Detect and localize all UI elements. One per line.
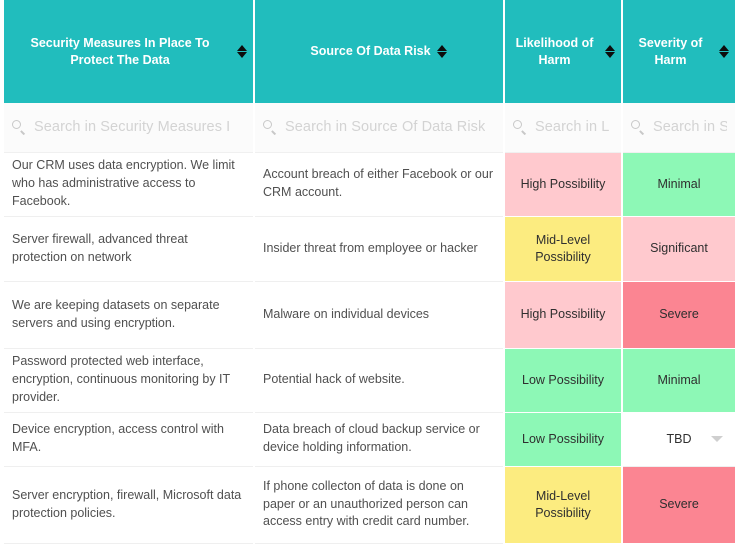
search-cell-security-measures[interactable]: Search in Security Measures I	[4, 103, 254, 152]
column-header-label: Likelihood of Harm	[511, 35, 598, 69]
cell-severity-of-harm[interactable]: Significant	[622, 216, 735, 281]
search-input-severity-of-harm[interactable]: Search in S	[653, 119, 727, 135]
cell-source-of-risk[interactable]: Data breach of cloud backup service or d…	[254, 412, 504, 466]
search-cell-severity-of-harm[interactable]: Search in S	[622, 103, 735, 152]
table-body: Our CRM uses data encryption. We limit w…	[4, 152, 735, 543]
cell-likelihood-of-harm[interactable]: High Possibility	[504, 281, 622, 348]
table-row: Device encryption, access control with M…	[4, 412, 735, 466]
cell-source-of-risk[interactable]: Potential hack of website.	[254, 348, 504, 412]
cell-security-measures[interactable]: Our CRM uses data encryption. We limit w…	[4, 152, 254, 216]
table-row: Server encryption, firewall, Microsoft d…	[4, 466, 735, 543]
column-header-label: Security Measures In Place To Protect Th…	[10, 35, 230, 69]
cell-severity-of-harm[interactable]: Minimal	[622, 348, 735, 412]
cell-security-measures[interactable]: Server firewall, advanced threat protect…	[4, 216, 254, 281]
table-head: Security Measures In Place To Protect Th…	[4, 0, 735, 152]
sort-updown-icon[interactable]	[718, 45, 729, 58]
search-icon	[12, 120, 26, 134]
cell-severity-of-harm[interactable]: Minimal	[622, 152, 735, 216]
search-icon	[513, 120, 527, 134]
risk-table-container: Security Measures In Place To Protect Th…	[0, 0, 742, 543]
column-header-severity-of-harm[interactable]: Severity of Harm	[622, 0, 735, 103]
cell-source-of-risk[interactable]: Insider threat from employee or hacker	[254, 216, 504, 281]
search-input-likelihood-of-harm[interactable]: Search in L	[535, 119, 609, 135]
cell-likelihood-of-harm[interactable]: High Possibility	[504, 152, 622, 216]
cell-likelihood-of-harm[interactable]: Mid-Level Possibility	[504, 466, 622, 543]
search-icon	[263, 120, 277, 134]
cell-security-measures[interactable]: Server encryption, firewall, Microsoft d…	[4, 466, 254, 543]
table-row: Password protected web interface, encryp…	[4, 348, 735, 412]
header-row: Security Measures In Place To Protect Th…	[4, 0, 735, 103]
cell-severity-of-harm[interactable]: Severe	[622, 281, 735, 348]
column-header-label: Source Of Data Risk	[310, 43, 430, 60]
table-row: Our CRM uses data encryption. We limit w…	[4, 152, 735, 216]
column-header-label: Severity of Harm	[629, 35, 712, 69]
cell-likelihood-of-harm[interactable]: Mid-Level Possibility	[504, 216, 622, 281]
search-input-source-of-risk[interactable]: Search in Source Of Data Risk	[285, 119, 485, 135]
cell-source-of-risk[interactable]: If phone collecton of data is done on pa…	[254, 466, 504, 543]
table-row: We are keeping datasets on separate serv…	[4, 281, 735, 348]
sort-updown-icon[interactable]	[437, 45, 448, 58]
sort-updown-icon[interactable]	[236, 45, 247, 58]
cell-source-of-risk[interactable]: Malware on individual devices	[254, 281, 504, 348]
search-cell-source-of-risk[interactable]: Search in Source Of Data Risk	[254, 103, 504, 152]
cell-source-of-risk[interactable]: Account breach of either Facebook or our…	[254, 152, 504, 216]
cell-severity-of-harm[interactable]: TBD	[622, 412, 735, 466]
chevron-down-icon[interactable]	[711, 436, 723, 442]
column-header-likelihood-of-harm[interactable]: Likelihood of Harm	[504, 0, 622, 103]
cell-security-measures[interactable]: Device encryption, access control with M…	[4, 412, 254, 466]
search-icon	[631, 120, 645, 134]
table-row: Server firewall, advanced threat protect…	[4, 216, 735, 281]
search-row: Search in Security Measures I Search in …	[4, 103, 735, 152]
cell-security-measures[interactable]: Password protected web interface, encryp…	[4, 348, 254, 412]
cell-likelihood-of-harm[interactable]: Low Possibility	[504, 348, 622, 412]
cell-severity-value: TBD	[667, 432, 692, 446]
cell-likelihood-of-harm[interactable]: Low Possibility	[504, 412, 622, 466]
search-cell-likelihood-of-harm[interactable]: Search in L	[504, 103, 622, 152]
search-input-security-measures[interactable]: Search in Security Measures I	[34, 119, 230, 135]
column-header-security-measures[interactable]: Security Measures In Place To Protect Th…	[4, 0, 254, 103]
cell-severity-of-harm[interactable]: Severe	[622, 466, 735, 543]
column-header-source-of-risk[interactable]: Source Of Data Risk	[254, 0, 504, 103]
sort-updown-icon[interactable]	[604, 45, 615, 58]
cell-security-measures[interactable]: We are keeping datasets on separate serv…	[4, 281, 254, 348]
data-risk-table: Security Measures In Place To Protect Th…	[4, 0, 735, 544]
